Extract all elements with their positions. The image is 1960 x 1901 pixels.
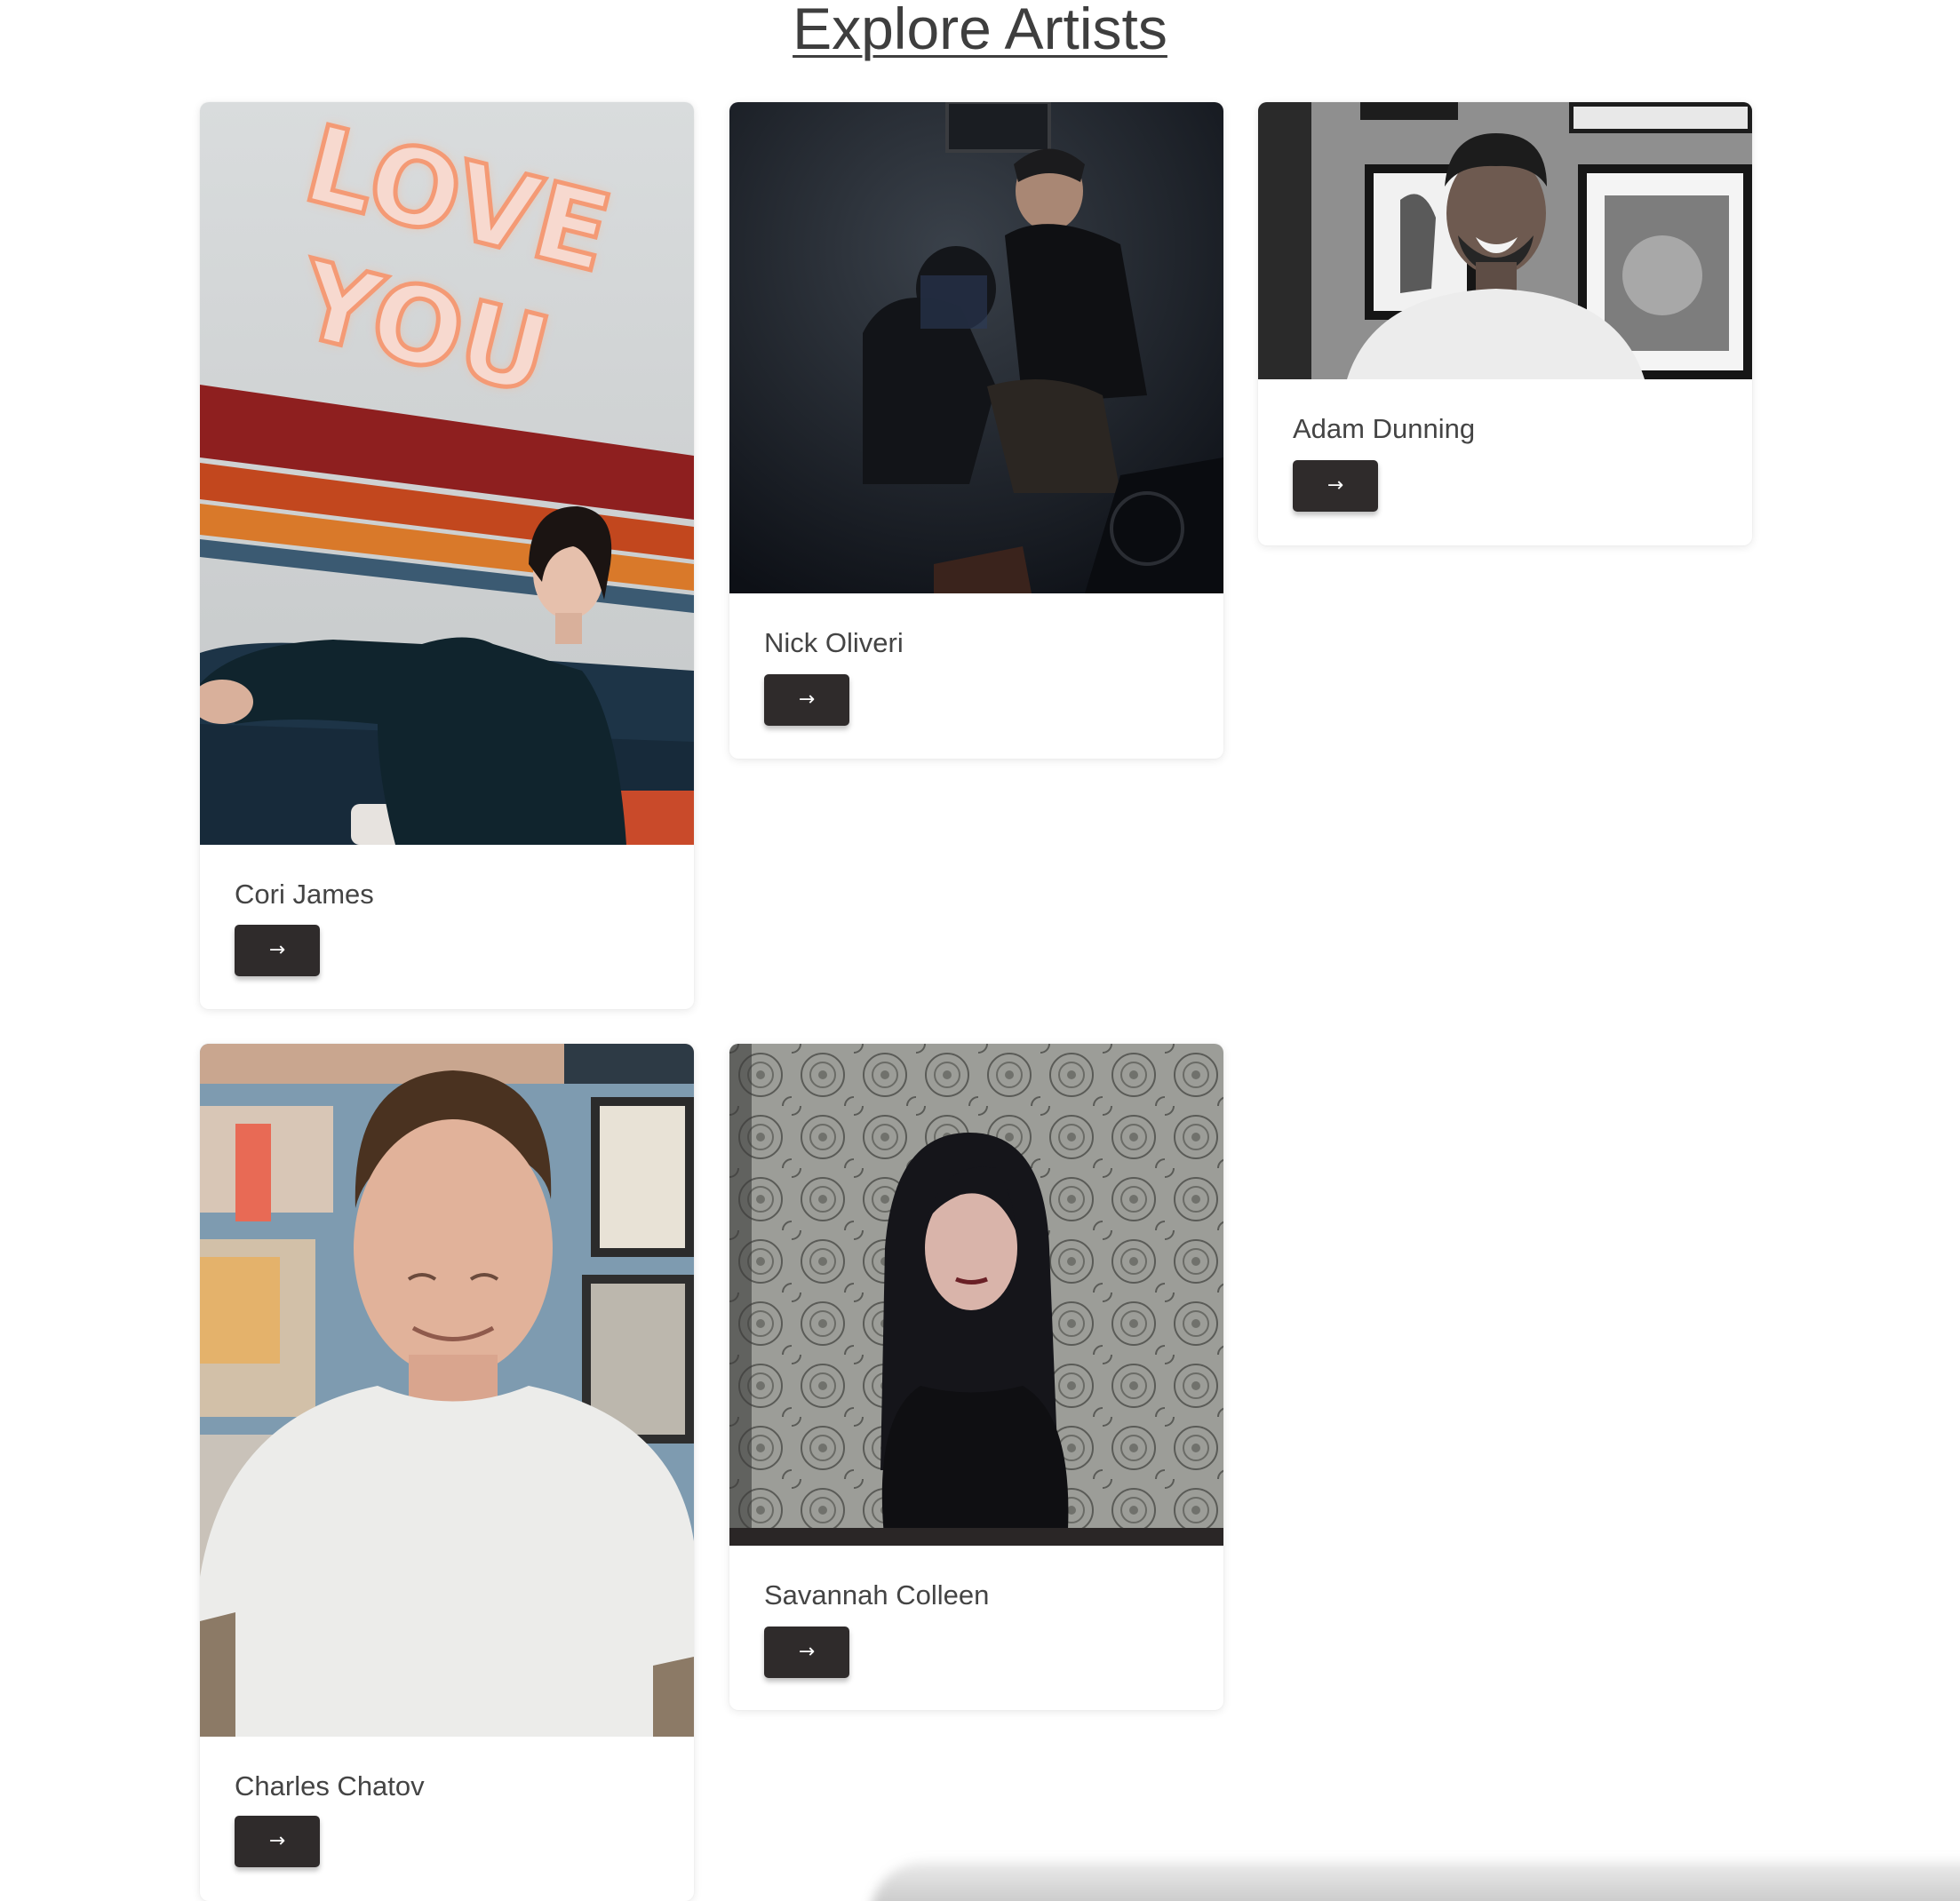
view-artist-button[interactable]: → (235, 925, 320, 976)
view-artist-button[interactable]: → (764, 674, 849, 726)
artist-photo-charles-chatov (200, 1044, 694, 1737)
view-artist-button[interactable]: → (1293, 460, 1378, 512)
page-title: Explore Artists (793, 0, 1167, 61)
artist-card-savannah-colleen: Savannah Colleen → (729, 1044, 1223, 1710)
artist-photo-cori-james: LOVE YOU LOVE YOU (200, 102, 694, 845)
artist-card-charles-chatov: Charles Chatov → (200, 1044, 694, 1901)
artist-photo-savannah-colleen (729, 1044, 1223, 1546)
artist-name: Charles Chatov (235, 1770, 425, 1802)
artist-name: Savannah Colleen (764, 1579, 990, 1611)
artist-card-nick-oliveri: Nick Oliveri → (729, 102, 1223, 759)
artist-photo-adam-dunning (1258, 102, 1752, 379)
view-artist-button[interactable]: → (235, 1816, 320, 1867)
view-artist-button[interactable]: → (764, 1627, 849, 1678)
bottom-shadow (871, 1862, 1960, 1901)
artist-name: Cori James (235, 879, 374, 910)
artists-page: Explore Artists LOVE YOU LOVE YOU Cori J… (0, 0, 1960, 1901)
artist-name: Adam Dunning (1293, 413, 1476, 444)
artist-card-cori-james: LOVE YOU LOVE YOU Cori James → (200, 102, 694, 1009)
artist-name: Nick Oliveri (764, 627, 904, 658)
artist-photo-nick-oliveri (729, 102, 1223, 593)
artist-card-adam-dunning: Adam Dunning → (1258, 102, 1752, 545)
